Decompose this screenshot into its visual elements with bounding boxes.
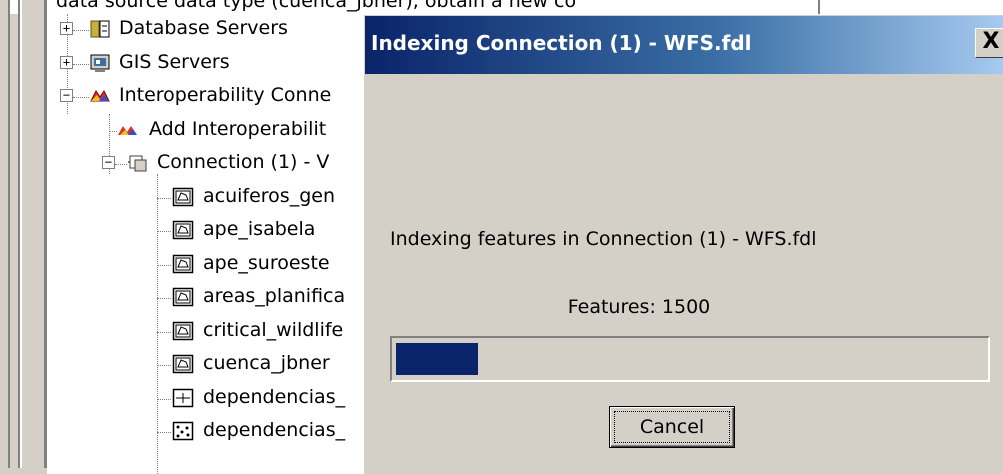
polygon-layer-icon <box>172 219 194 241</box>
dialog-title: Indexing Connection (1) - WFS.fdl <box>371 31 752 55</box>
tree-item-label: areas_planifica <box>203 285 346 307</box>
catalog-tree[interactable]: + Database Servers + GIS Servers − Interopera… <box>47 14 363 474</box>
gis-servers-icon <box>89 52 111 74</box>
tree-connector <box>157 198 171 200</box>
features-count: Features: 1500 <box>567 296 711 318</box>
tree-connector <box>157 332 171 334</box>
tree-item[interactable]: ape_suroeste <box>47 249 363 282</box>
polygon-layer-icon <box>172 253 194 275</box>
close-icon: X <box>982 29 1000 54</box>
underlying-window-strip: data source data type (cuenca_jbner), ob… <box>0 0 1003 14</box>
tree-connector <box>157 298 171 300</box>
tree-connector <box>157 432 171 434</box>
tree-item-label: Add Interoperabilit <box>149 118 327 140</box>
tree-item-label: acuiferos_gen <box>203 185 335 207</box>
polygon-layer-icon <box>172 320 194 342</box>
cancel-button[interactable]: Cancel <box>609 406 735 448</box>
tree-item[interactable]: Add Interoperabilit <box>47 115 363 148</box>
tree-item-label: Database Servers <box>119 17 288 39</box>
tree-connector <box>109 131 117 133</box>
tree-item[interactable]: + GIS Servers <box>47 48 363 81</box>
tree-connector <box>157 365 171 367</box>
expand-toggle[interactable]: + <box>60 56 73 69</box>
tree-item[interactable]: critical_wildlife <box>47 316 363 349</box>
tree-item-label: critical_wildlife <box>203 319 344 341</box>
indexing-dialog: Indexing Connection (1) - WFS.fdl X Inde… <box>363 14 1003 474</box>
interoperability-icon <box>89 85 111 107</box>
tree-item-label: Connection (1) - V <box>157 151 330 173</box>
tree-item-label: dependencias_ <box>203 419 346 441</box>
database-servers-icon <box>89 18 111 40</box>
tree-item[interactable]: − Interoperability Conne <box>47 81 363 114</box>
tree-item-label: GIS Servers <box>119 51 230 73</box>
indexing-message: Indexing features in Connection (1) - WF… <box>390 228 817 250</box>
tree-item[interactable]: acuiferos_gen <box>47 182 363 215</box>
tree-connector <box>115 164 127 166</box>
connection-icon <box>127 152 149 174</box>
tree-item-label: Interoperability Conne <box>119 84 332 106</box>
tree-connector <box>157 231 171 233</box>
expand-toggle[interactable]: + <box>60 22 73 35</box>
tree-item[interactable]: + Database Servers <box>47 14 363 47</box>
features-count-row: Features: 1500 <box>363 296 1003 318</box>
progress-bar <box>390 336 990 382</box>
tree-item-label: dependencias_ <box>203 386 346 408</box>
collapse-toggle[interactable]: − <box>102 156 115 169</box>
tree-item[interactable]: − Connection (1) - V <box>47 148 363 181</box>
window-border-dark <box>8 0 10 468</box>
close-button[interactable]: X <box>975 28 1003 58</box>
polygon-layer-icon <box>172 353 194 375</box>
tree-item[interactable]: cuenca_jbner <box>47 349 363 382</box>
tree-item[interactable]: ape_isabela <box>47 215 363 248</box>
tree-connector <box>73 97 89 99</box>
tree-connector <box>157 265 171 267</box>
tree-item-label: ape_isabela <box>203 218 316 240</box>
tree-item[interactable]: dependencias_ <box>47 416 363 449</box>
strip-divider <box>818 0 820 14</box>
focus-rect <box>614 411 730 443</box>
add-interoperability-icon <box>117 119 139 141</box>
window-frame-left <box>0 0 8 468</box>
tree-connector <box>73 64 89 66</box>
tree-item[interactable]: areas_planifica <box>47 282 363 315</box>
tree-connector <box>157 399 171 401</box>
point-layer-icon <box>172 420 194 442</box>
tree-item-label: ape_suroeste <box>203 252 330 274</box>
polygon-layer-icon <box>172 286 194 308</box>
tree-item-label: cuenca_jbner <box>203 352 330 374</box>
collapse-toggle[interactable]: − <box>60 89 73 102</box>
tree-connector <box>73 30 89 32</box>
tree-item[interactable]: dependencias_ <box>47 383 363 416</box>
progress-fill <box>396 343 478 375</box>
dialog-titlebar[interactable]: Indexing Connection (1) - WFS.fdl X <box>365 16 1003 74</box>
underlying-window-text: data source data type (cuenca_jbner), ob… <box>56 0 577 12</box>
line-layer-icon <box>172 387 194 409</box>
polygon-layer-icon <box>172 186 194 208</box>
